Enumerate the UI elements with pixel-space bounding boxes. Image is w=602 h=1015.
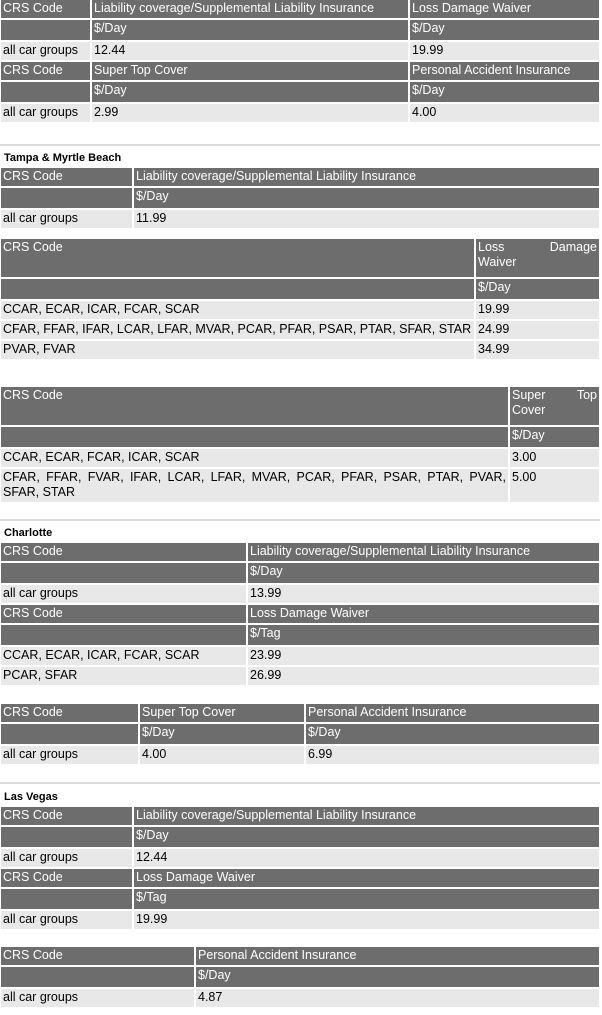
ldw-header: Loss Damage Waiver — [476, 239, 599, 277]
car-codes: CCAR, ECAR, ICAR, FCAR, SCAR — [1, 301, 474, 319]
unit-label: $/Day — [476, 279, 599, 299]
super-top-cover-header: Super Top Cover — [510, 387, 599, 425]
row-label: all car groups — [1, 42, 90, 60]
super-top-cover-value: 2.99 — [92, 104, 408, 122]
ldw-value: 26.99 — [248, 667, 599, 685]
ldw-value: 19.99 — [476, 301, 599, 319]
unit-label: $/Tag — [248, 625, 599, 645]
crs-code-header: CRS Code — [1, 947, 194, 965]
crs-code-header: CRS Code — [1, 807, 132, 825]
crs-code-header: CRS Code — [1, 0, 90, 18]
unit-label: $/Day — [140, 724, 304, 744]
car-codes: PCAR, SFAR — [1, 667, 246, 685]
crs-code-header: CRS Code — [1, 605, 246, 623]
liability-value: 12.44 — [134, 849, 599, 867]
stc-value: 5.00 — [510, 469, 599, 502]
unit-label: $/Day — [248, 563, 599, 583]
crs-code-header: CRS Code — [1, 239, 474, 277]
row-label: all car groups — [1, 210, 132, 228]
row-label: all car groups — [1, 585, 246, 603]
liability-header: Liability coverage/Supplemental Liabilit… — [248, 543, 599, 561]
car-codes: PVAR, FVAR — [1, 341, 474, 359]
crs-code-header: CRS Code — [1, 543, 246, 561]
ldw-header: Loss Damage Waiver — [134, 869, 599, 887]
super-top-cover-header: Super Top Cover — [140, 704, 304, 722]
unit-label: $/Day — [306, 724, 599, 744]
rates-table-1: CRS Code Liability coverage/Supplemental … — [0, 0, 601, 124]
tampa-ldw-table: CRS Code Loss Damage Waiver $/Day CCAR, E… — [0, 237, 601, 361]
section-divider — [0, 519, 600, 521]
row-label: all car groups — [1, 104, 90, 122]
pai-header: Personal Accident Insurance — [410, 62, 599, 80]
liability-value: 11.99 — [134, 210, 599, 228]
section-divider — [0, 144, 600, 146]
unit-label: $/Day — [410, 82, 599, 102]
unit-label: $/Day — [134, 827, 599, 847]
stc-value: 4.00 — [140, 746, 304, 764]
pai-header: Personal Accident Insurance — [196, 947, 599, 965]
pai-value: 4.00 — [410, 104, 599, 122]
liability-header: Liability coverage/Supplemental Liabilit… — [134, 168, 599, 186]
crs-code-header: CRS Code — [1, 704, 138, 722]
charlotte-liability-table: CRS Code Liability coverage/Supplemental … — [0, 541, 601, 687]
crs-code-header: CRS Code — [1, 869, 132, 887]
section-title-las-vegas: Las Vegas — [4, 791, 58, 803]
liability-value: 12.44 — [92, 42, 408, 60]
car-codes: CCAR, ECAR, FCAR, ICAR, SCAR — [1, 449, 508, 467]
pai-header: Personal Accident Insurance — [306, 704, 599, 722]
crs-code-header: CRS Code — [1, 168, 132, 186]
super-top-cover-header: Super Top Cover — [92, 62, 408, 80]
section-title-charlotte: Charlotte — [4, 527, 53, 539]
liability-value: 13.99 — [248, 585, 599, 603]
unit-label: $/Day — [196, 967, 599, 987]
row-label: all car groups — [1, 911, 132, 929]
section-divider — [0, 782, 600, 784]
unit-label: $/Day — [134, 188, 599, 208]
pai-value: 4.87 — [196, 989, 599, 1007]
tampa-liability-table: CRS Code Liability coverage/Supplemental … — [0, 166, 601, 230]
row-label: all car groups — [1, 989, 194, 1007]
ldw-value: 34.99 — [476, 341, 599, 359]
row-label: all car groups — [1, 849, 132, 867]
unit-label: $/Day — [410, 20, 599, 40]
row-label: all car groups — [1, 746, 138, 764]
ldw-value: 24.99 — [476, 321, 599, 339]
ldw-value: 19.99 — [134, 911, 599, 929]
section-title-tampa: Tampa & Myrtle Beach — [4, 152, 122, 164]
liability-header: Liability coverage/Supplemental Liabilit… — [134, 807, 599, 825]
charlotte-extras-table: CRS Code Super Top Cover Personal Accident… — [0, 702, 601, 766]
car-codes: CFAR, FFAR, IFAR, LCAR, LFAR, MVAR, PCAR… — [1, 321, 474, 339]
crs-code-header: CRS Code — [1, 387, 508, 425]
car-codes: CCAR, ECAR, ICAR, FCAR, SCAR — [1, 647, 246, 665]
unit-label: $/Day — [510, 427, 599, 447]
unit-label: $/Day — [92, 82, 408, 102]
unit-label: $/Day — [92, 20, 408, 40]
vegas-table: CRS Code Liability coverage/Supplemental … — [0, 805, 601, 931]
tampa-super-top-cover-table: CRS Code Super Top Cover $/Day CCAR, ECAR… — [0, 385, 601, 504]
vegas-pai-table: CRS Code Personal Accident Insurance $/Da… — [0, 945, 601, 1009]
ldw-header: Loss Damage Waiver — [248, 605, 599, 623]
car-codes: CFAR, FFAR, FVAR, IFAR, LCAR, LFAR, MVAR… — [1, 469, 508, 502]
pai-value: 6.99 — [306, 746, 599, 764]
stc-value: 3.00 — [510, 449, 599, 467]
ldw-value: 23.99 — [248, 647, 599, 665]
liability-header: Liability coverage/Supplemental Liabilit… — [92, 0, 408, 18]
crs-code-header: CRS Code — [1, 62, 90, 80]
ldw-value: 19.99 — [410, 42, 599, 60]
unit-label: $/Tag — [134, 889, 599, 909]
ldw-header: Loss Damage Waiver — [410, 0, 599, 18]
